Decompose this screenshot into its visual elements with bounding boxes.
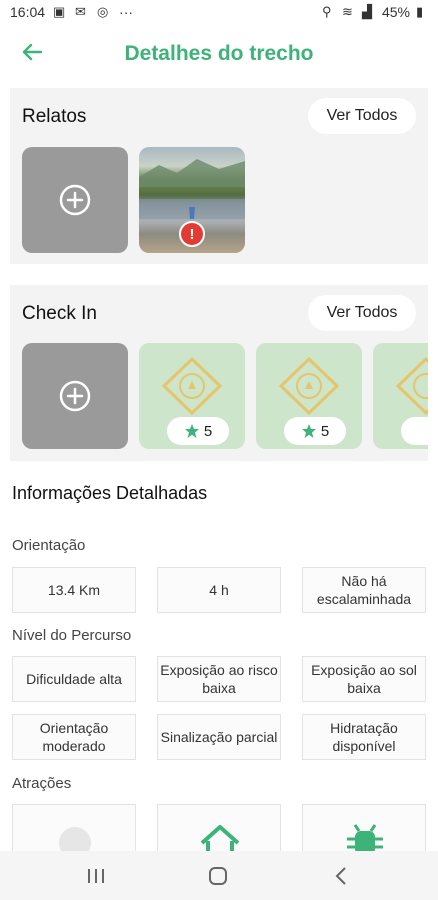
relatos-see-all-button[interactable]: Ver Todos (308, 98, 416, 134)
checkin-card[interactable]: 5 (256, 343, 362, 449)
trail-badge-icon (278, 357, 340, 415)
difficulty-box: Dificuldade alta (12, 656, 136, 702)
rating-pill (401, 417, 428, 445)
checkin-section: Check In Ver Todos 5 5 (10, 285, 428, 461)
trail-badge-icon (161, 357, 223, 415)
details-title: Informações Detalhadas (12, 483, 208, 503)
checkin-card-partial[interactable] (373, 343, 428, 449)
risk-exposure-box: Exposição ao risco baixa (157, 656, 281, 702)
signal-icon: ▟ (361, 4, 372, 19)
hydration-box: Hidratação disponível (302, 714, 426, 760)
status-bar: 16:04 ▣ ✉ ◎ ··· ⚲ ≋ ▟ 45% ▮ (0, 0, 438, 26)
location-icon: ⚲ (321, 4, 332, 19)
checkin-title: Check In (22, 303, 97, 324)
rating-value: 5 (320, 422, 330, 440)
checkin-card[interactable]: 5 (139, 343, 245, 449)
image-icon: ▣ (53, 4, 66, 19)
rating-value: 5 (203, 422, 213, 440)
rating-pill: 5 (284, 417, 346, 445)
whatsapp-icon: ◎ (97, 4, 109, 19)
wifi-icon: ≋ (341, 4, 353, 19)
more-notifications-icon: ··· (119, 4, 134, 20)
home-button[interactable] (203, 863, 233, 889)
sun-exposure-box: Exposição ao sol baixa (302, 656, 426, 702)
recent-apps-icon (88, 869, 104, 883)
back-nav-button[interactable] (326, 863, 356, 889)
distance-box: 13.4 Km (12, 567, 136, 613)
mail-icon: ✉ (75, 4, 86, 19)
relatos-section: Relatos Ver Todos ! (10, 88, 428, 264)
signage-box: Sinalização parcial (157, 714, 281, 760)
trail-badge-icon (395, 357, 428, 415)
duration-box: 4 h (157, 567, 281, 613)
rating-pill: 5 (167, 417, 229, 445)
chevron-left-icon (335, 867, 346, 885)
status-time: 16:04 (10, 4, 46, 20)
add-checkin-button[interactable] (22, 343, 128, 449)
relato-photo[interactable]: ! (139, 147, 245, 253)
star-icon (301, 424, 316, 438)
attractions-label: Atrações (12, 775, 72, 792)
star-icon (184, 424, 199, 438)
battery-icon: ▮ (416, 4, 424, 19)
add-relato-button[interactable] (22, 147, 128, 253)
level-label: Nível do Percurso (12, 627, 132, 644)
checkin-see-all-button[interactable]: Ver Todos (308, 295, 416, 331)
alert-icon: ! (179, 221, 205, 247)
plus-circle-icon (59, 184, 91, 216)
page-title: Detalhes do trecho (124, 42, 314, 65)
orientation-label: Orientação (12, 537, 86, 554)
scramble-box: Não há escalaminhada (302, 567, 426, 613)
home-circle-icon (209, 867, 227, 885)
app-header: Detalhes do trecho (0, 26, 438, 84)
system-nav-bar (0, 851, 438, 900)
battery-level: 45% (381, 4, 410, 20)
orientation-level-box: Orientação moderado (12, 714, 136, 760)
plus-circle-icon (59, 380, 91, 412)
relatos-title: Relatos (22, 106, 87, 127)
recent-apps-button[interactable] (81, 863, 111, 889)
